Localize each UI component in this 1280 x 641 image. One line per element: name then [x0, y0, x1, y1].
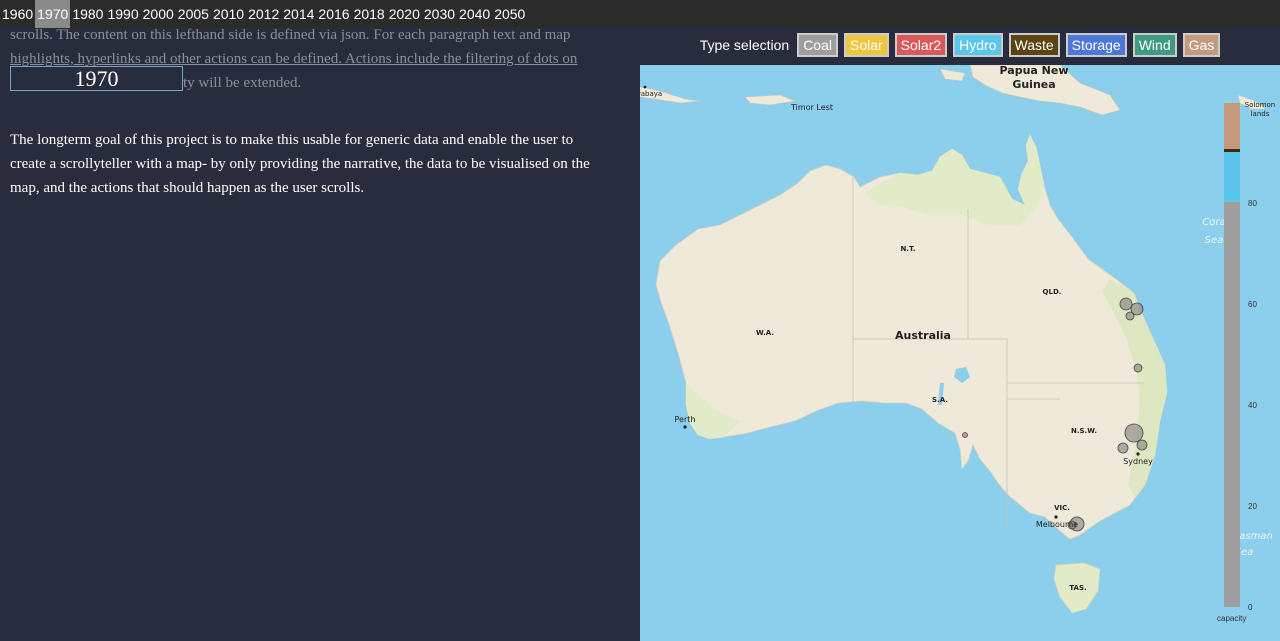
- capacity-dot: [1117, 442, 1129, 454]
- capacity-dot: [1136, 439, 1148, 451]
- map-panel: Type selection Coal Solar Solar2 Hydro Waste…: [640, 28, 1280, 641]
- year-2030[interactable]: 2030: [422, 0, 457, 28]
- year-2010[interactable]: 2010: [211, 0, 246, 28]
- capacity-dot: [1119, 297, 1133, 311]
- type-coal-button[interactable]: Coal: [797, 33, 838, 57]
- type-storage-button[interactable]: Storage: [1065, 33, 1127, 57]
- perth-dot: [683, 425, 687, 429]
- capacity-dot: [1133, 363, 1143, 373]
- year-2040[interactable]: 2040: [457, 0, 492, 28]
- label-wa: W.A.: [756, 329, 774, 337]
- label-tasman-1: asman: [1239, 531, 1273, 542]
- label-timor: Timor Lest: [790, 103, 833, 112]
- melbourne-dot: [1054, 515, 1058, 519]
- label-coral-1: Cora: [1202, 217, 1225, 228]
- label-perth: Perth: [675, 415, 696, 424]
- type-selection-label: Type selection: [699, 37, 790, 53]
- map-canvas: Papua New Guinea Timor Lest rabaya Solom…: [640, 65, 1276, 614]
- label-sa: S.A.: [932, 396, 948, 404]
- capacity-dot: [962, 432, 968, 438]
- legend-tick-label: 80: [1248, 199, 1257, 208]
- type-solar2-button[interactable]: Solar2: [894, 33, 948, 57]
- year-1960[interactable]: 1960: [0, 0, 35, 28]
- label-australia: Australia: [895, 329, 951, 342]
- year-2050[interactable]: 2050: [492, 0, 527, 28]
- label-nsw: N.S.W.: [1071, 427, 1097, 435]
- capacity-dot: [1125, 311, 1135, 321]
- legend-segment: [1224, 202, 1240, 607]
- year-2000[interactable]: 2000: [141, 0, 176, 28]
- type-solar-button[interactable]: Solar: [843, 33, 889, 57]
- year-1970[interactable]: 1970: [35, 0, 71, 28]
- year-1980[interactable]: 1980: [70, 0, 105, 28]
- narrative-panel: scrolls. The content on this lefthand si…: [0, 27, 640, 641]
- year-2018[interactable]: 2018: [352, 0, 387, 28]
- capacity-legend-caption: capacity: [1217, 614, 1247, 623]
- capacity-legend-bar: [1224, 103, 1240, 607]
- label-melbourne: Melbourne: [1036, 520, 1078, 529]
- narrative-paragraph: The longterm goal of this project is to …: [10, 132, 590, 196]
- year-2016[interactable]: 2016: [316, 0, 351, 28]
- legend-segment: [1224, 103, 1240, 149]
- capacity-dot: [1124, 423, 1144, 443]
- label-coral-2: Sea: [1205, 235, 1224, 246]
- legend-tick-label: 60: [1248, 300, 1257, 309]
- type-hydro-button[interactable]: Hydro: [953, 33, 1003, 57]
- type-waste-button[interactable]: Waste: [1008, 33, 1060, 57]
- australia-map[interactable]: Papua New Guinea Timor Lest rabaya Solom…: [640, 65, 1280, 641]
- year-2005[interactable]: 2005: [176, 0, 211, 28]
- legend-tick-label: 40: [1248, 401, 1257, 410]
- label-solomon-2: lands: [1251, 110, 1270, 118]
- indonesia-islands: [640, 68, 966, 106]
- year-2014[interactable]: 2014: [281, 0, 316, 28]
- year-2012[interactable]: 2012: [246, 0, 281, 28]
- label-surabaya: rabaya: [640, 90, 662, 98]
- label-guinea: Guinea: [1012, 78, 1055, 91]
- label-nt: N.T.: [901, 245, 916, 253]
- sydney-dot: [1136, 452, 1140, 456]
- legend-tick-label: 20: [1248, 502, 1257, 511]
- type-gas-button[interactable]: Gas: [1182, 33, 1221, 57]
- type-selection-bar: Type selection Coal Solar Solar2 Hydro Waste…: [640, 32, 1280, 58]
- label-papua: Papua New: [1000, 65, 1069, 77]
- label-solomon-1: Solomon: [1245, 101, 1276, 109]
- type-wind-button[interactable]: Wind: [1132, 33, 1177, 57]
- label-vic: VIC.: [1054, 504, 1070, 512]
- surabaya-dot: [643, 85, 647, 89]
- legend-segment: [1224, 152, 1240, 202]
- label-tas: TAS.: [1069, 584, 1086, 592]
- year-1990[interactable]: 1990: [105, 0, 140, 28]
- current-year-display: 1970: [10, 66, 183, 91]
- legend-tick-label: 0: [1248, 603, 1253, 612]
- label-qld: QLD.: [1043, 288, 1062, 296]
- year-2020[interactable]: 2020: [387, 0, 422, 28]
- label-sydney: Sydney: [1123, 457, 1153, 466]
- year-selector: 1960 1970 1980 1990 2000 2005 2010 2012 2014 2016…: [0, 0, 1280, 28]
